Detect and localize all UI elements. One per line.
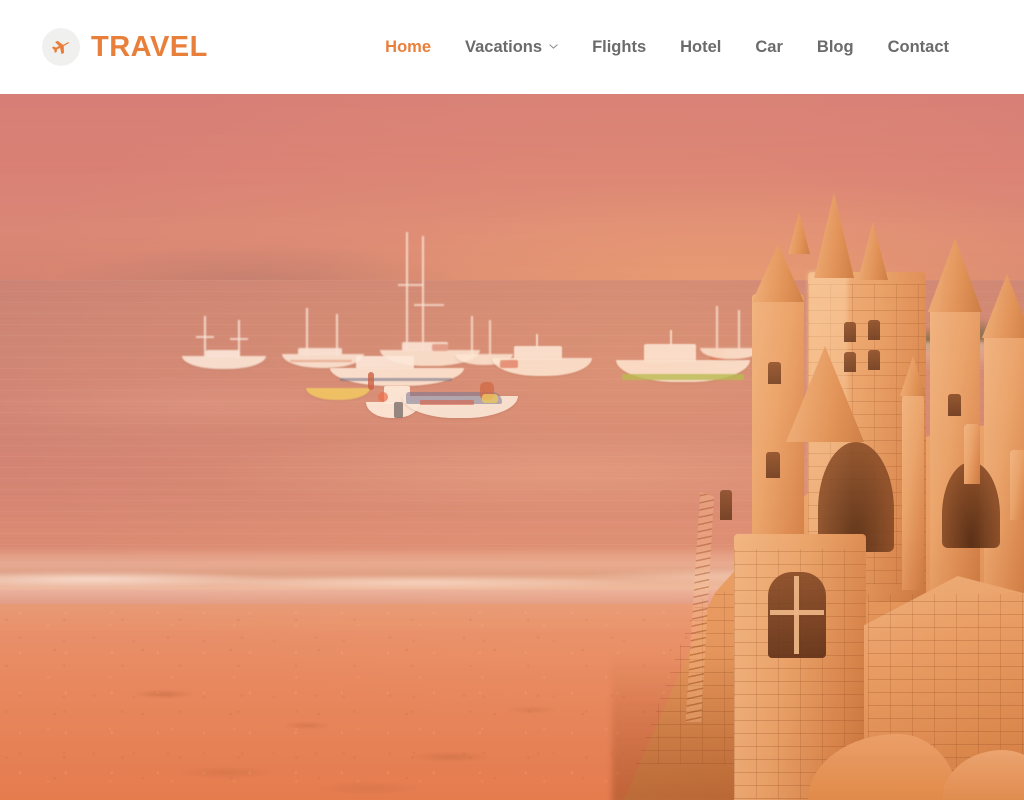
nav-label-contact: Contact	[887, 37, 949, 56]
person-standing	[368, 372, 374, 390]
nav-label-hotel: Hotel	[680, 37, 722, 56]
nav-item-vacations[interactable]: Vacations	[448, 31, 575, 64]
castle-window-mullion-v	[794, 576, 799, 654]
castle-window-left-lower	[766, 452, 780, 478]
site-header: TRAVEL Home Vacations Flights Hotel Car …	[0, 0, 1024, 94]
nav-label-car: Car	[755, 37, 783, 56]
castle-window-keep-b	[868, 320, 880, 340]
nav-item-contact[interactable]: Contact	[871, 31, 966, 64]
nav-label-vacations: Vacations	[465, 37, 543, 56]
castle-merlon-a	[1010, 450, 1024, 520]
castle-spire-center-b	[858, 222, 888, 280]
nav-item-blog[interactable]: Blog	[800, 31, 871, 64]
motorboat-right	[492, 334, 594, 380]
nav-item-hotel[interactable]: Hotel	[663, 31, 738, 64]
nav-item-flights[interactable]: Flights	[575, 31, 663, 64]
hero-image	[0, 94, 1024, 800]
nav-label-blog: Blog	[816, 37, 854, 56]
life-ring	[378, 392, 388, 402]
castle-spire-far-right	[982, 274, 1024, 338]
chevron-down-icon	[549, 42, 558, 51]
brand-logo[interactable]: TRAVEL	[42, 28, 208, 66]
castle-window-keep-c	[844, 352, 856, 372]
sandcastle	[612, 94, 1024, 800]
castle-gatehouse-slit	[720, 490, 732, 520]
nav-item-car[interactable]: Car	[738, 31, 800, 64]
nav-label-home: Home	[385, 37, 432, 56]
castle-merlon-b	[964, 424, 980, 484]
main-navigation: Home Vacations Flights Hotel Car Blog Co…	[368, 31, 966, 64]
castle-mini-spire-left	[788, 212, 810, 254]
nav-item-home[interactable]: Home	[368, 31, 448, 64]
hero-banner	[0, 94, 1024, 800]
speedboat-foreground-right	[402, 382, 520, 422]
nav-label-flights: Flights	[592, 37, 647, 56]
page-root: TRAVEL Home Vacations Flights Hotel Car …	[0, 0, 1024, 800]
sailboat-far-left	[182, 316, 268, 369]
castle-window-keep-a	[844, 322, 856, 342]
castle-column-slim	[902, 390, 924, 590]
castle-spire-right	[928, 238, 982, 312]
brand-name: TRAVEL	[91, 30, 208, 63]
castle-window-right	[948, 394, 961, 416]
castle-window-left-upper	[768, 362, 781, 384]
castle-window-keep-d	[868, 350, 880, 370]
castle-window-mullion-h	[770, 610, 824, 615]
airplane-icon	[42, 28, 80, 66]
castle-spire-center	[814, 192, 854, 278]
